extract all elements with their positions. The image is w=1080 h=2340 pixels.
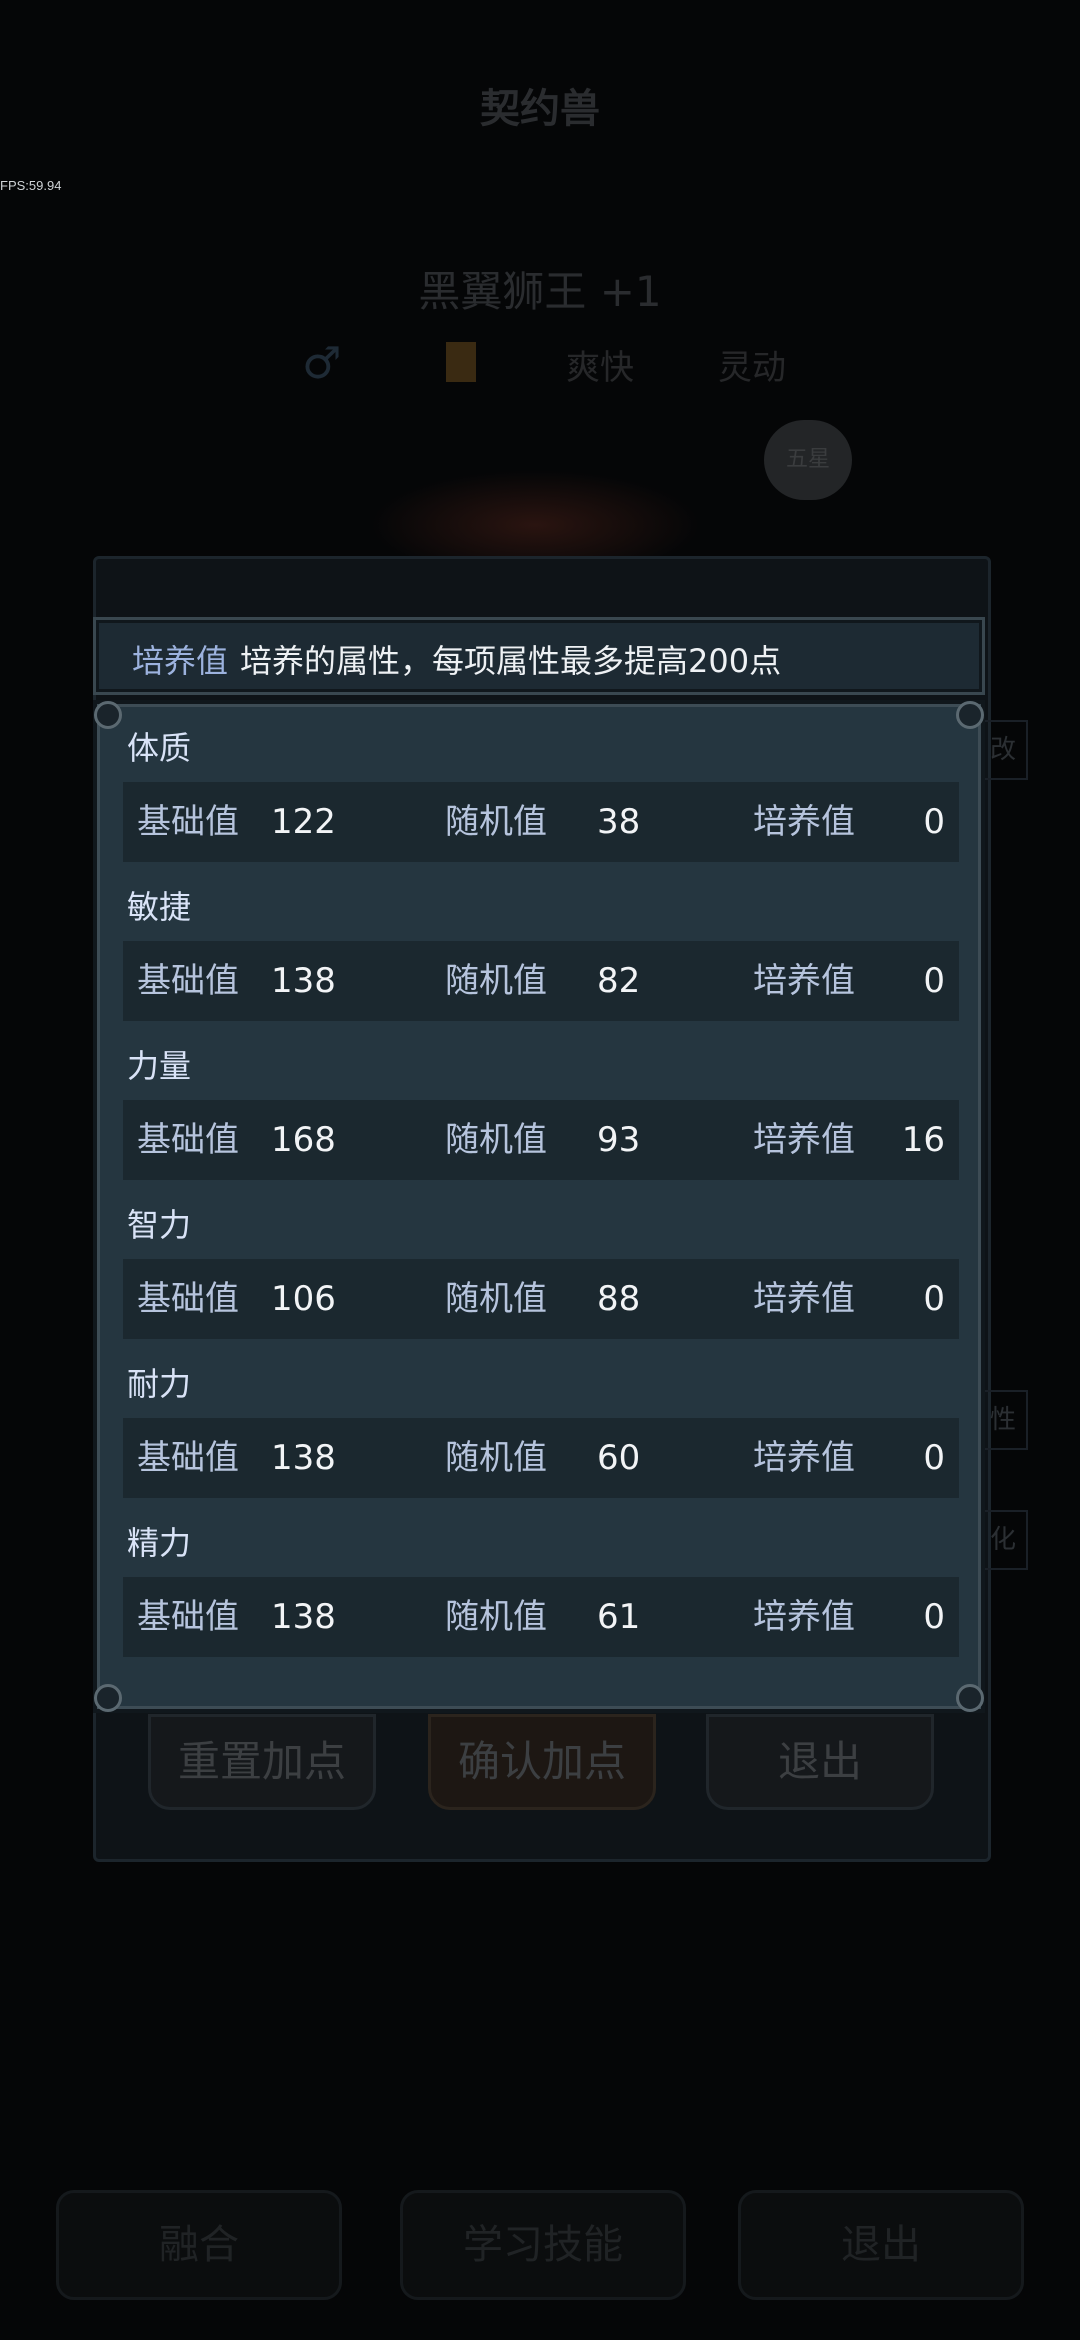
corner-ornament-icon [94,1684,122,1712]
base-value: 138 [271,1597,336,1637]
attribute-name: 力量 [127,1047,192,1085]
attribute-row: 基础值 138 随机值 60 培养值 0 [123,1418,959,1498]
pet-name: 黑翼狮王 +1 [418,267,662,316]
random-label: 随机值 [445,1279,547,1319]
attribute-row: 基础值 168 随机值 93 培养值 16 [123,1100,959,1180]
attribute-name: 精力 [127,1524,192,1562]
train-label: 培养值 [753,961,855,1001]
random-value: 88 [597,1279,641,1319]
header-tag: 培养值 [132,642,229,680]
side-tab: 化 [978,1510,1028,1570]
base-value: 106 [271,1279,336,1319]
random-label: 随机值 [445,1597,547,1637]
screen-title: 契约兽 [480,86,600,132]
train-value: 16 [901,1120,945,1160]
base-label: 基础值 [137,1120,239,1160]
learn-skill-button: 学习技能 [400,2190,686,2300]
train-label: 培养值 [753,1438,855,1478]
attribute-group-agility: 敏捷 基础值 138 随机值 82 培养值 0 [123,881,959,1021]
train-label: 培养值 [753,1120,855,1160]
train-label: 培养值 [753,1597,855,1637]
train-value: 0 [923,1279,945,1319]
exit-button: 退出 [738,2190,1024,2300]
pet-rank-bar-icon [446,342,476,382]
attribute-name: 体质 [127,729,192,767]
random-label: 随机值 [445,961,547,1001]
base-value: 168 [271,1120,336,1160]
header-text: 培养的属性，每项属性最多提高200点 [240,642,782,680]
attribute-row: 基础值 138 随机值 61 培养值 0 [123,1577,959,1657]
base-value: 138 [271,961,336,1001]
random-value: 61 [597,1597,641,1637]
base-label: 基础值 [137,1438,239,1478]
attribute-group-strength: 力量 基础值 168 随机值 93 培养值 16 [123,1040,959,1180]
base-value: 138 [271,1438,336,1478]
base-label: 基础值 [137,961,239,1001]
random-value: 93 [597,1120,641,1160]
exit-panel-button: 退出 [706,1714,934,1810]
training-info-header: 培养值 培养的属性，每项属性最多提高200点 [93,617,985,695]
attribute-panel[interactable]: 体质 基础值 122 随机值 38 培养值 0 敏捷 基础值 138 随机值 8… [93,700,985,1713]
train-label: 培养值 [753,802,855,842]
base-label: 基础值 [137,1597,239,1637]
random-label: 随机值 [445,1120,547,1160]
side-tab: 性 [978,1390,1028,1450]
base-value: 122 [271,802,336,842]
random-label: 随机值 [445,802,547,842]
reset-points-button: 重置加点 [148,1714,376,1810]
train-value: 0 [923,1597,945,1637]
random-value: 38 [597,802,641,842]
corner-ornament-icon [94,701,122,729]
random-value: 60 [597,1438,641,1478]
random-value: 82 [597,961,641,1001]
attribute-group-energy: 精力 基础值 138 随机值 61 培养值 0 [123,1517,959,1657]
corner-ornament-icon [956,701,984,729]
fuse-button: 融合 [56,2190,342,2300]
fps-counter: FPS:59.94 [0,178,62,193]
train-value: 0 [923,802,945,842]
base-label: 基础值 [137,1279,239,1319]
attribute-group-constitution: 体质 基础值 122 随机值 38 培养值 0 [123,722,959,862]
train-value: 0 [923,961,945,1001]
pet-trait: 灵动 [718,348,786,388]
train-value: 0 [923,1438,945,1478]
attribute-group-intelligence: 智力 基础值 106 随机值 88 培养值 0 [123,1199,959,1339]
attribute-name: 耐力 [127,1365,192,1403]
random-label: 随机值 [445,1438,547,1478]
side-tab: 改 [978,720,1028,780]
attribute-row: 基础值 122 随机值 38 培养值 0 [123,782,959,862]
male-gender-icon: ♂ [302,338,342,389]
attribute-row: 基础值 138 随机值 82 培养值 0 [123,941,959,1021]
pet-trait: 爽快 [566,348,634,388]
attribute-name: 敏捷 [127,888,192,926]
corner-ornament-icon [956,1684,984,1712]
attribute-name: 智力 [127,1206,192,1244]
rank-badge-icon: 五星 [764,420,852,500]
base-label: 基础值 [137,802,239,842]
confirm-points-button: 确认加点 [428,1714,656,1810]
attribute-row: 基础值 106 随机值 88 培养值 0 [123,1259,959,1339]
attribute-group-endurance: 耐力 基础值 138 随机值 60 培养值 0 [123,1358,959,1498]
train-label: 培养值 [753,1279,855,1319]
